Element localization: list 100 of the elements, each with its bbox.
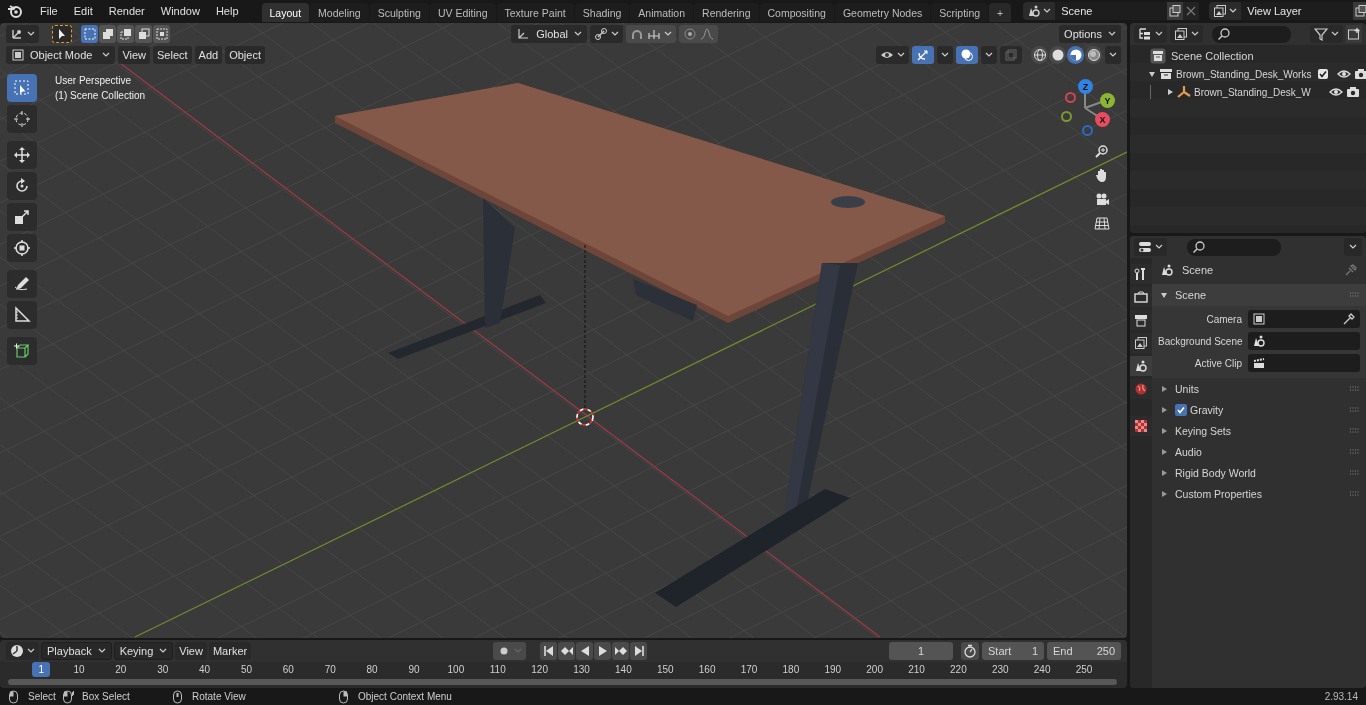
exclude-checkbox[interactable] xyxy=(1318,69,1329,79)
proportional-edit-toggle[interactable] xyxy=(678,24,718,43)
menu-item[interactable]: Edit xyxy=(66,2,100,20)
properties-tab[interactable] xyxy=(1130,379,1152,399)
viewport-menu[interactable]: Select xyxy=(153,45,192,64)
tree-item-label[interactable]: Scene Collection xyxy=(1171,50,1254,62)
tool-button[interactable] xyxy=(7,203,37,231)
start-frame-field[interactable]: Start 1 xyxy=(982,642,1044,660)
panel-title[interactable]: Custom Properties xyxy=(1175,487,1262,500)
add-workspace-button[interactable]: + xyxy=(989,3,1012,22)
select-mode-button[interactable] xyxy=(135,24,152,43)
collapsed-triangle-icon[interactable] xyxy=(1160,405,1168,414)
play-button[interactable] xyxy=(594,642,612,660)
snap-toggle[interactable] xyxy=(625,24,676,43)
select-mode-button[interactable] xyxy=(81,24,98,43)
tool-button[interactable] xyxy=(7,301,37,329)
tree-item-label[interactable]: Brown_Standing_Desk_Works xyxy=(1176,68,1312,80)
mode-dropdown[interactable]: Object Mode xyxy=(6,45,116,64)
menu-item[interactable]: Render xyxy=(101,2,152,20)
camera-icon[interactable] xyxy=(1346,85,1360,99)
copy-icon[interactable] xyxy=(1167,2,1184,20)
scene-name-field[interactable]: Scene xyxy=(1055,2,1168,20)
menu-item[interactable]: Help xyxy=(208,2,246,20)
collapsed-triangle-icon[interactable] xyxy=(1160,468,1168,477)
select-mode-button[interactable] xyxy=(153,24,170,43)
overlay-dropdown[interactable] xyxy=(981,45,997,64)
collapsed-triangle-icon[interactable] xyxy=(1160,447,1168,456)
workspace-tab[interactable]: Modeling xyxy=(310,3,369,22)
playhead-marker[interactable]: 1 xyxy=(32,662,51,677)
tree-item-label[interactable]: Brown_Standing_Desk_W xyxy=(1194,86,1311,98)
data-block-field[interactable] xyxy=(1248,310,1360,328)
tool-button[interactable] xyxy=(7,105,37,133)
properties-tab[interactable] xyxy=(1130,356,1152,376)
drag-handle-icon[interactable] xyxy=(1350,427,1360,434)
new-collection-icon[interactable] xyxy=(1346,25,1362,43)
gizmo-toggle[interactable] xyxy=(912,45,934,64)
collapsed-triangle-icon[interactable] xyxy=(1160,384,1168,393)
gizmo-dropdown[interactable] xyxy=(937,45,953,64)
editor-type-button[interactable] xyxy=(1134,238,1167,256)
drag-handle-icon[interactable] xyxy=(1350,469,1360,476)
properties-tab[interactable] xyxy=(1130,264,1152,284)
expanded-triangle-icon[interactable] xyxy=(1148,70,1156,78)
options-dropdown[interactable]: Options xyxy=(1059,24,1121,43)
camera-icon[interactable] xyxy=(1094,191,1110,207)
eye-icon[interactable] xyxy=(1329,85,1343,99)
navigation-gizmo[interactable]: Z Y X xyxy=(1060,78,1118,138)
workspace-tab[interactable]: UV Editing xyxy=(429,3,496,22)
jump-start-button[interactable] xyxy=(540,642,558,660)
shading-mode-button[interactable] xyxy=(1085,45,1102,64)
jump-end-button[interactable] xyxy=(630,642,648,660)
timeline-menu[interactable]: Marker xyxy=(208,642,252,660)
editor-type-button[interactable] xyxy=(6,24,39,43)
tool-button[interactable] xyxy=(7,234,37,262)
panel-title[interactable]: Keying Sets xyxy=(1175,424,1232,437)
collapsed-triangle-icon[interactable] xyxy=(1166,88,1174,96)
timeline-menu[interactable]: Playback xyxy=(41,642,112,660)
drag-handle-icon[interactable] xyxy=(1350,385,1360,392)
editor-type-button[interactable] xyxy=(6,642,39,660)
view-layer-browse-button[interactable] xyxy=(1209,2,1242,20)
eye-icon[interactable] xyxy=(1337,67,1352,81)
panel-title[interactable]: Audio xyxy=(1175,445,1202,458)
menu-item[interactable]: Window xyxy=(153,2,207,20)
panel-title[interactable]: Rigid Body World xyxy=(1175,466,1256,479)
tool-button[interactable] xyxy=(7,270,37,298)
data-block-field[interactable] xyxy=(1248,354,1360,372)
properties-tab[interactable] xyxy=(1130,287,1152,307)
filter-dropdown[interactable] xyxy=(1310,25,1343,43)
play-reverse-button[interactable] xyxy=(576,642,594,660)
workspace-tab[interactable]: Rendering xyxy=(694,3,759,22)
checkbox[interactable] xyxy=(1175,403,1187,416)
menu-item[interactable]: File xyxy=(33,2,65,20)
overlay-toggle[interactable] xyxy=(956,45,978,64)
tool-button[interactable] xyxy=(7,74,37,102)
pivot-dropdown[interactable] xyxy=(589,24,623,43)
viewport-menu[interactable]: Object xyxy=(225,45,265,64)
transform-orientation-dropdown[interactable]: Global xyxy=(511,24,587,43)
timeline-scrollbar[interactable] xyxy=(8,679,1117,685)
workspace-tab[interactable]: Shading xyxy=(574,3,630,22)
workspace-tab[interactable]: Scripting xyxy=(931,3,989,22)
panel-title[interactable]: Units xyxy=(1175,382,1199,395)
panel-title[interactable]: Scene xyxy=(1175,289,1207,301)
copy-icon[interactable] xyxy=(1353,2,1366,20)
search-field[interactable] xyxy=(1187,238,1281,256)
zoom-icon[interactable] xyxy=(1094,143,1110,159)
expanded-triangle-icon[interactable] xyxy=(1160,291,1168,299)
select-tool-button[interactable] xyxy=(52,24,72,43)
tool-button[interactable] xyxy=(7,141,37,169)
grid-icon[interactable] xyxy=(1094,215,1110,231)
tool-button[interactable] xyxy=(7,172,37,200)
drag-handle-icon[interactable] xyxy=(1350,490,1360,497)
blender-logo-icon[interactable] xyxy=(7,3,23,19)
pin-icon[interactable] xyxy=(1344,263,1358,277)
drag-handle-icon[interactable] xyxy=(1350,292,1360,298)
view-layer-dropdown[interactable] xyxy=(1170,25,1203,43)
scene-browse-button[interactable] xyxy=(1023,2,1056,20)
drag-handle-icon[interactable] xyxy=(1350,406,1360,413)
timeline-menu[interactable]: View xyxy=(175,642,207,660)
visibility-dropdown[interactable] xyxy=(876,45,909,64)
properties-tab[interactable] xyxy=(1130,310,1152,330)
properties-tab[interactable] xyxy=(1130,416,1152,436)
